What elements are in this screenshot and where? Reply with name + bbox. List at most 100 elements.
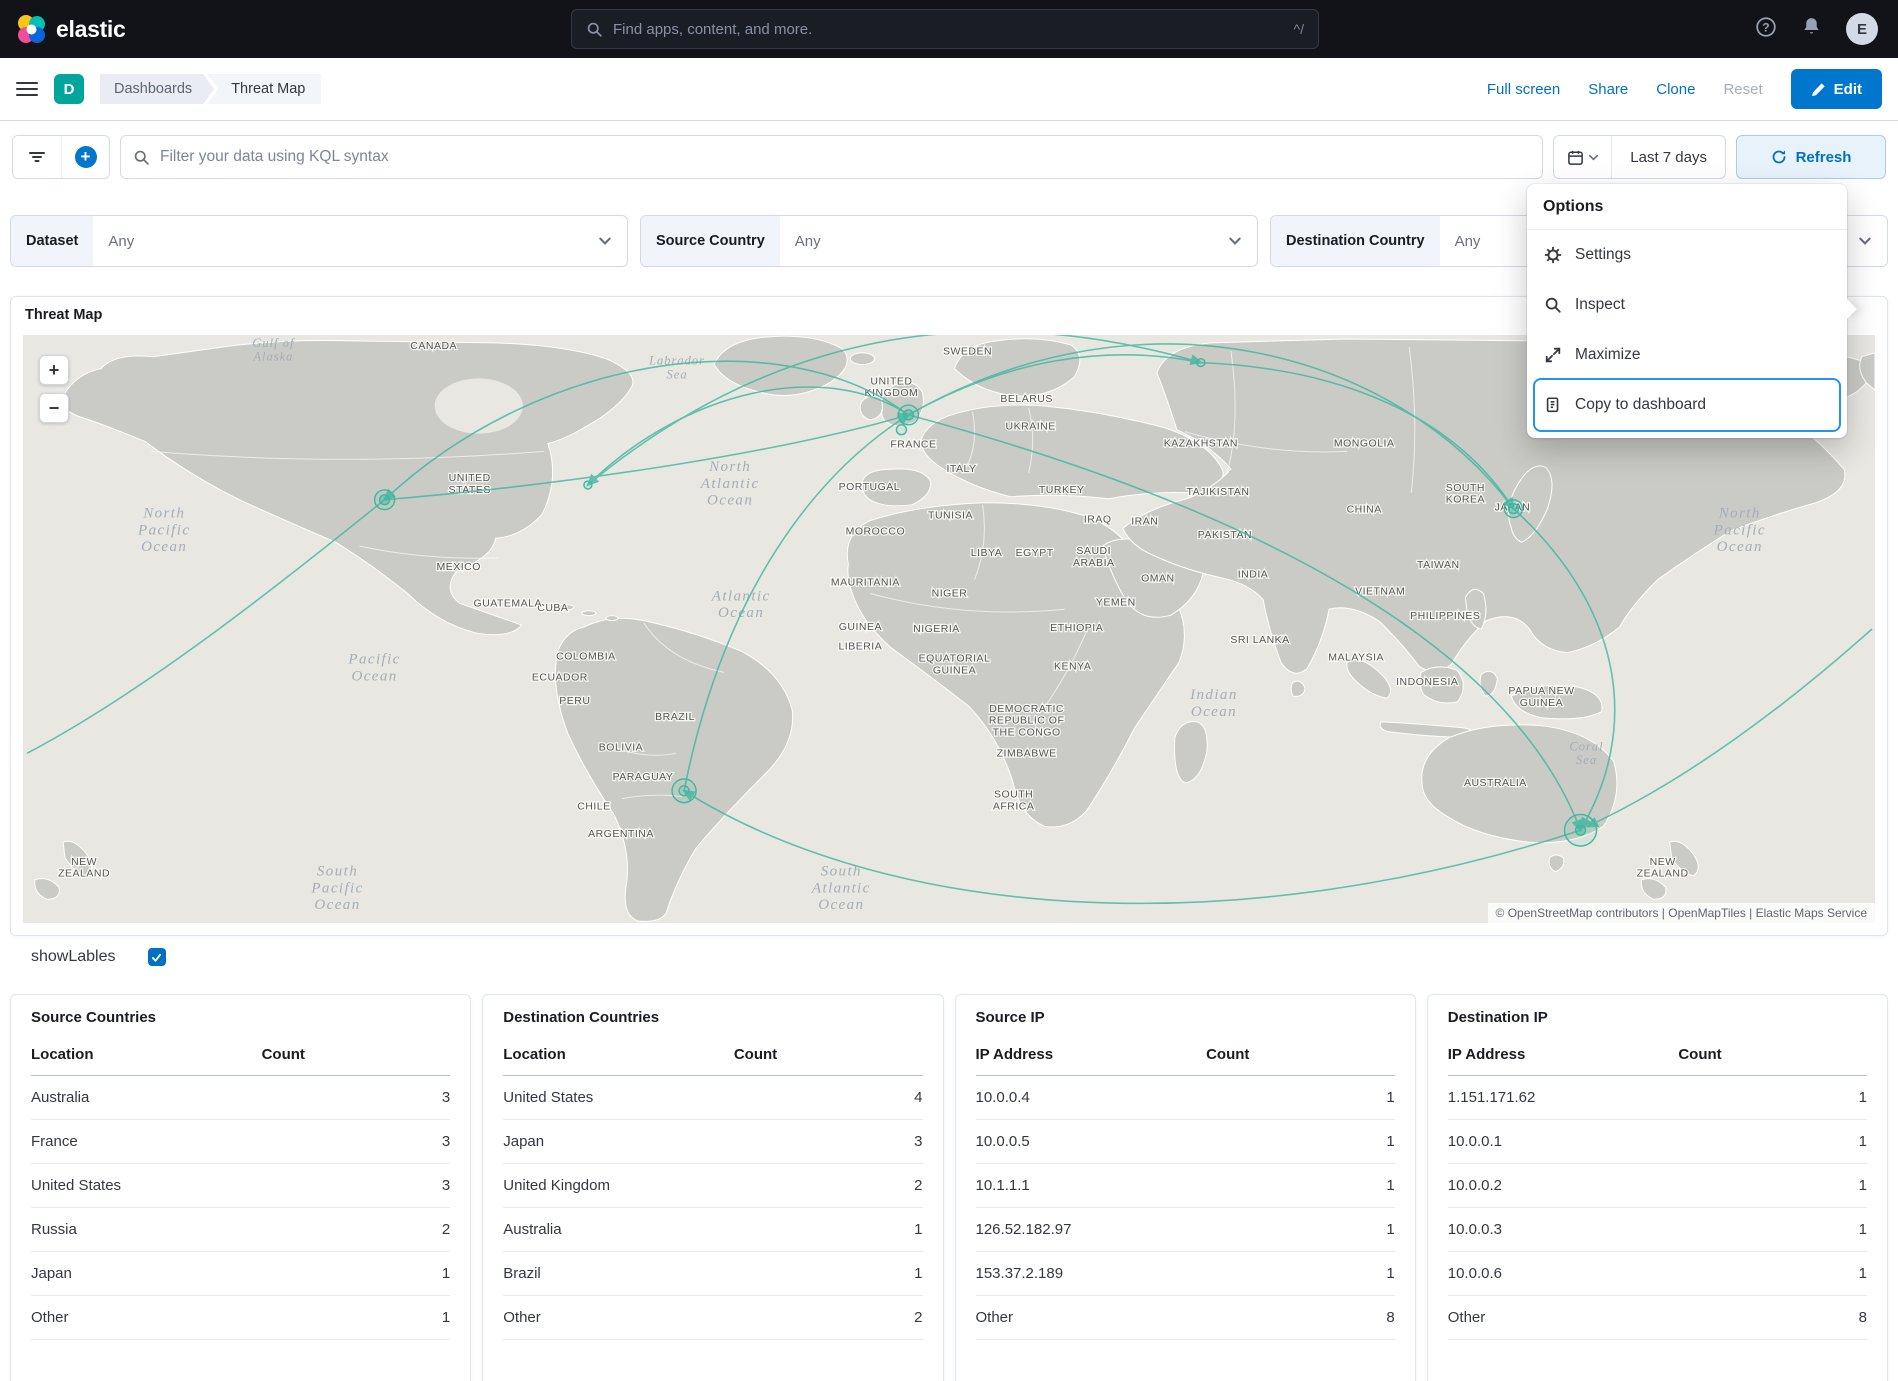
panel-title: Destination IP [1448, 1007, 1867, 1038]
table-row: Other2 [503, 1296, 922, 1340]
map-label: FRANCE [890, 440, 936, 451]
map-label: IRAN [1131, 516, 1158, 527]
column-header[interactable]: IP Address [1448, 1038, 1679, 1076]
search-icon [133, 149, 150, 166]
map-zoom-controls: + − [39, 355, 69, 423]
column-header[interactable]: Count [262, 1038, 451, 1076]
map-label: CANADA [410, 341, 457, 352]
column-header[interactable]: Count [1206, 1038, 1395, 1076]
column-header[interactable]: Location [31, 1038, 262, 1076]
column-header[interactable]: IP Address [976, 1038, 1207, 1076]
menu-item-label: Maximize [1575, 346, 1640, 364]
table-cell: Other [976, 1296, 1207, 1340]
table-row: 10.0.0.31 [1448, 1208, 1867, 1252]
map-label: TUNISIA [928, 511, 973, 522]
table-cell: 1 [262, 1252, 451, 1296]
map-label: MEXICO [436, 562, 480, 573]
map-label: CHINA [1347, 505, 1382, 516]
source-countries-panel: Source Countries LocationCountAustralia3… [10, 994, 471, 1381]
map-label: PacificOcean [347, 652, 400, 685]
add-filter-button[interactable]: + [61, 136, 109, 178]
full-screen-link[interactable]: Full screen [1487, 81, 1560, 98]
zoom-out-button[interactable]: − [39, 393, 69, 423]
column-header[interactable]: Count [734, 1038, 923, 1076]
brand-text: elastic [56, 16, 126, 43]
global-search-input[interactable] [613, 21, 1284, 38]
table-cell: Other [503, 1296, 734, 1340]
table-cell: Russia [31, 1208, 262, 1252]
time-range-button[interactable]: Last 7 days [1612, 136, 1725, 178]
zoom-in-button[interactable]: + [39, 355, 69, 385]
notifications-bell-icon[interactable] [1801, 16, 1822, 42]
control-source-country[interactable]: Source Country Any [640, 215, 1258, 267]
copy-to-dashboard-icon [1543, 395, 1563, 415]
map-label: UKRAINE [1006, 422, 1056, 433]
clone-link[interactable]: Clone [1656, 81, 1695, 98]
map-label: SOUTHKOREA [1446, 483, 1485, 506]
search-icon [586, 21, 603, 38]
map-label: MAURITANIA [831, 578, 900, 589]
column-header[interactable]: Location [503, 1038, 734, 1076]
breadcrumb-dashboards[interactable]: Dashboards [100, 74, 214, 104]
menu-item-inspect[interactable]: Inspect [1535, 280, 1839, 330]
menu-item-maximize[interactable]: Maximize [1535, 330, 1839, 380]
breadcrumb-threat-map: Threat Map [207, 74, 321, 104]
map-label: PARAGUAY [613, 772, 674, 783]
table-cell: Other [1448, 1296, 1679, 1340]
table-cell: 10.0.0.5 [976, 1120, 1207, 1164]
table-cell: Australia [31, 1076, 262, 1120]
table-cell: Australia [503, 1208, 734, 1252]
table-cell: 10.0.0.4 [976, 1076, 1207, 1120]
svg-text:?: ? [1762, 20, 1769, 34]
calendar-button[interactable] [1554, 136, 1612, 178]
gear-icon [1543, 245, 1563, 265]
global-search[interactable]: ^/ [571, 9, 1319, 49]
table-cell: 2 [262, 1208, 451, 1252]
kql-query-input[interactable] [160, 148, 1530, 166]
global-header: elastic ^/ ? E [0, 0, 1898, 58]
column-header[interactable]: Count [1678, 1038, 1867, 1076]
destination-countries-panel: Destination Countries LocationCountUnite… [482, 994, 943, 1381]
map-label: PORTUGAL [839, 482, 901, 493]
kibana-dashboard-page: elastic ^/ ? E [0, 0, 1898, 1381]
breadcrumb: Dashboards Threat Map [100, 74, 321, 104]
control-dataset[interactable]: Dataset Any [10, 215, 628, 267]
menu-item-copy-to-dashboard[interactable]: Copy to dashboard [1535, 380, 1839, 430]
space-badge[interactable]: D [54, 74, 84, 104]
table-cell: 10.0.0.3 [1448, 1208, 1679, 1252]
chevron-down-icon [1213, 234, 1257, 248]
map-label: BOLIVIA [599, 742, 643, 753]
map-label: IndianOcean [1189, 687, 1238, 720]
filter-controls-button[interactable] [13, 136, 61, 178]
map-label: LIBYA [971, 548, 1003, 559]
panel-title: Source IP [976, 1007, 1395, 1038]
table-row: Australia1 [503, 1208, 922, 1252]
map-label: ITALY [946, 464, 976, 475]
menu-item-settings[interactable]: Settings [1535, 230, 1839, 280]
control-label: Dataset [11, 216, 93, 266]
table-cell: 1 [734, 1208, 923, 1252]
map-label: PHILIPPINES [1410, 611, 1480, 622]
elastic-home-link[interactable]: elastic [16, 14, 126, 44]
menu-hamburger-icon[interactable] [16, 82, 38, 96]
map-attribution[interactable]: © OpenStreetMap contributors | OpenMapTi… [1488, 903, 1875, 923]
menu-item-label: Inspect [1575, 296, 1625, 314]
map-label: INDIA [1238, 570, 1269, 581]
table-cell: Other [31, 1296, 262, 1340]
filter-button-group: + [12, 135, 110, 179]
table-cell: United States [31, 1164, 262, 1208]
table-row: 10.0.0.51 [976, 1120, 1395, 1164]
table-cell: 153.37.2.189 [976, 1252, 1207, 1296]
refresh-button[interactable]: Refresh [1736, 135, 1886, 179]
user-avatar[interactable]: E [1846, 13, 1878, 45]
table-row: 10.0.0.11 [1448, 1120, 1867, 1164]
show-labels-checkbox[interactable] [148, 948, 166, 966]
help-icon[interactable]: ? [1755, 16, 1777, 43]
table-cell: Brazil [503, 1252, 734, 1296]
map-label: DEMOCRATICREPUBLIC OFTHE CONGO [989, 704, 1065, 739]
share-link[interactable]: Share [1588, 81, 1628, 98]
table-row: 1.151.171.621 [1448, 1076, 1867, 1120]
edit-button[interactable]: Edit [1791, 69, 1882, 109]
control-label: Source Country [641, 216, 780, 266]
table-cell: 10.1.1.1 [976, 1164, 1207, 1208]
